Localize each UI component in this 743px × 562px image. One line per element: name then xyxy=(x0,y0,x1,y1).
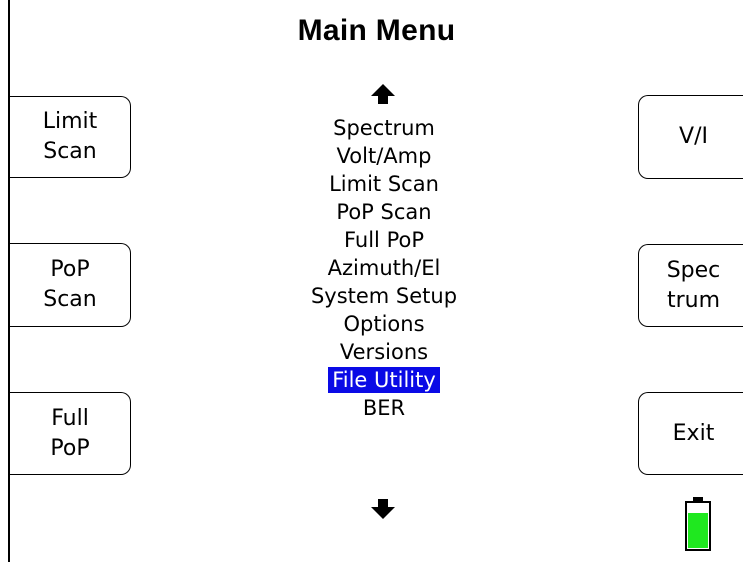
softkey-vi[interactable]: V/I xyxy=(638,95,743,179)
menu-item-label: Full PoP xyxy=(343,228,424,252)
menu-item-selected[interactable]: File Utility xyxy=(268,366,500,394)
menu-item-label: Spectrum xyxy=(333,116,435,140)
softkey-exit[interactable]: Exit xyxy=(638,392,743,475)
menu-item[interactable]: Limit Scan xyxy=(268,170,500,198)
page-title: Main Menu xyxy=(297,14,456,47)
menu-item[interactable]: Options xyxy=(268,310,500,338)
menu-item-label: Limit Scan xyxy=(329,172,439,196)
battery-icon xyxy=(685,497,711,551)
menu-item[interactable]: PoP Scan xyxy=(268,198,500,226)
softkey-full-pop[interactable]: Full PoP xyxy=(10,392,131,475)
menu-item-label: BER xyxy=(362,396,406,420)
main-menu-list: Spectrum Volt/Amp Limit Scan PoP Scan Full P… xyxy=(268,114,500,422)
menu-item[interactable]: Azimuth/El xyxy=(268,254,500,282)
menu-item-label: PoP Scan xyxy=(336,200,432,224)
menu-item[interactable]: Full PoP xyxy=(268,226,500,254)
arrow-down-icon[interactable] xyxy=(367,497,399,521)
softkey-pop-scan[interactable]: PoP Scan xyxy=(10,243,131,327)
menu-item[interactable]: BER xyxy=(268,394,500,422)
menu-item-label: System Setup xyxy=(310,284,458,308)
menu-item-label: Volt/Amp xyxy=(336,144,432,168)
device-screen: Main Menu Limit Scan PoP Scan Full PoP V… xyxy=(8,0,743,562)
softkey-spectrum[interactable]: Spec trum xyxy=(638,244,743,327)
menu-item-label: File Utility xyxy=(328,367,440,393)
softkey-limit-scan[interactable]: Limit Scan xyxy=(10,96,131,178)
menu-item-label: Options xyxy=(343,312,425,336)
menu-item[interactable]: Volt/Amp xyxy=(268,142,500,170)
menu-item-label: Azimuth/El xyxy=(327,256,441,280)
menu-item-label: Versions xyxy=(339,340,429,364)
arrow-up-icon[interactable] xyxy=(367,82,399,106)
menu-item[interactable]: System Setup xyxy=(268,282,500,310)
menu-item[interactable]: Spectrum xyxy=(268,114,500,142)
menu-item[interactable]: Versions xyxy=(268,338,500,366)
